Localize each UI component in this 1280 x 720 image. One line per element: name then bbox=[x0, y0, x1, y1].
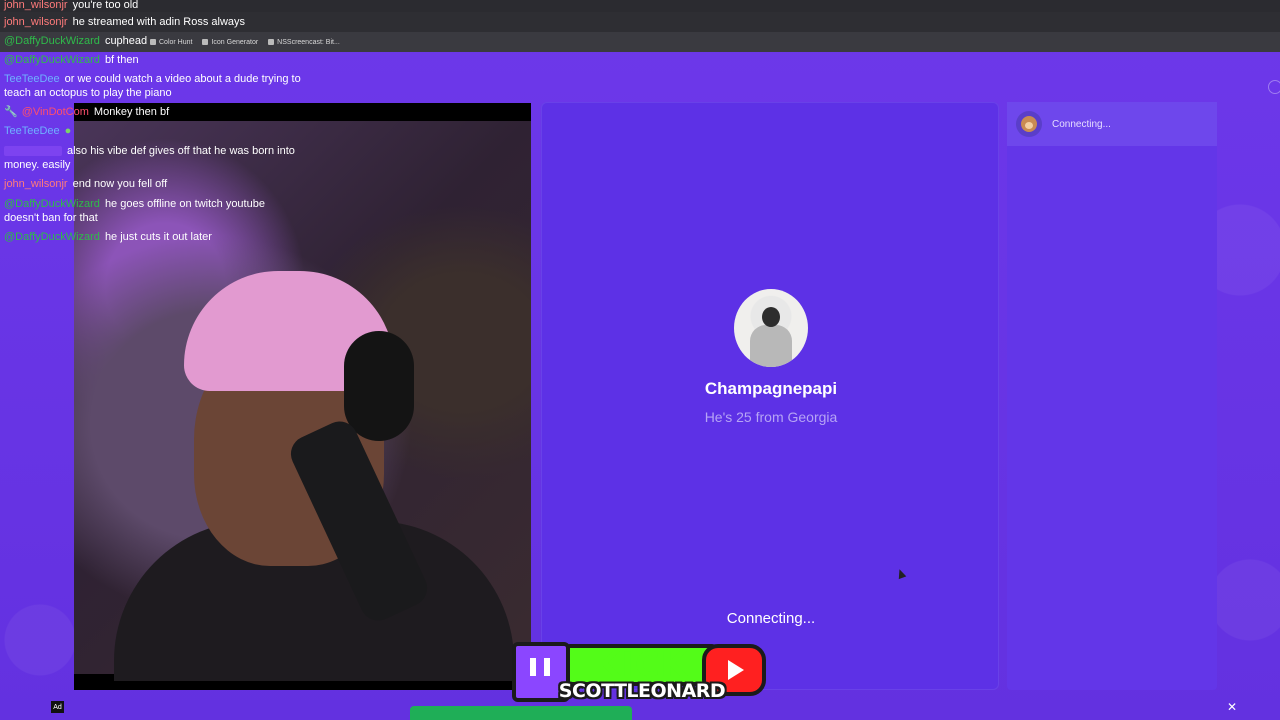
chat-text: bf then bbox=[104, 54, 139, 66]
bookmark-icon-generator[interactable]: Icon Generator bbox=[202, 39, 258, 46]
chat-text: end now you fell off bbox=[72, 178, 168, 190]
bookmark-nsscreencast[interactable]: NSScreencast: Bit... bbox=[268, 39, 340, 46]
chat-text: he goes offline on twitch youtube bbox=[104, 198, 265, 210]
chat-text: also his vibe def gives off that he was … bbox=[67, 145, 295, 157]
monkey-avatar bbox=[1016, 111, 1042, 137]
monkey-icon bbox=[1021, 116, 1037, 132]
chat-message: @DaffyDuckWizard he goes offline on twitc… bbox=[4, 197, 265, 225]
mouse-cursor-icon bbox=[895, 567, 907, 580]
chat-text: Monkey then bf bbox=[93, 106, 170, 118]
chat-username: @DaffyDuckWizard bbox=[4, 54, 100, 66]
chat-text-continued: doesn't ban for that bbox=[4, 212, 98, 224]
chat-text: you're too old bbox=[72, 0, 139, 11]
chat-message: @DaffyDuckWizard bf then bbox=[4, 53, 139, 67]
profile-bio: He's 25 from Georgia bbox=[704, 409, 838, 425]
chat-username: john_wilsonjr bbox=[4, 178, 68, 190]
chat-message: also his vibe def gives off that he was … bbox=[4, 144, 295, 172]
chat-text: or we could watch a video about a dude t… bbox=[64, 73, 301, 85]
chat-username: @VinDotCom bbox=[21, 106, 89, 118]
chat-message: john_wilsonjr you're too old bbox=[4, 0, 138, 12]
chat-message: @DaffyDuckWizard he just cuts it out late… bbox=[4, 230, 212, 244]
chat-text-continued: teach an octopus to play the piano bbox=[4, 87, 172, 99]
avatar-body bbox=[750, 325, 792, 367]
logo-name: SCOTTLEONARD bbox=[558, 680, 726, 702]
bookmark-icon bbox=[150, 39, 156, 45]
ad-badge: Ad bbox=[51, 701, 64, 713]
close-icon[interactable]: ✕ bbox=[1225, 700, 1239, 714]
chat-username: @DaffyDuckWizard bbox=[4, 231, 100, 243]
connecting-status: Connecting... bbox=[726, 610, 816, 627]
chat-username: @DaffyDuckWizard bbox=[4, 35, 100, 47]
green-action-bar[interactable] bbox=[410, 706, 632, 720]
chat-message: 🔧 @VinDotCom Monkey then bf bbox=[4, 105, 169, 119]
chat-username: TeeTeeDee bbox=[4, 125, 60, 137]
bookmark-color-hunt[interactable]: Color Hunt bbox=[150, 39, 192, 46]
profile-avatar bbox=[734, 289, 808, 367]
bookmarks-bar: Color Hunt Icon Generator NSScreencast: … bbox=[0, 32, 1280, 52]
headset bbox=[344, 331, 414, 441]
side-panel: Connecting... bbox=[1007, 102, 1217, 690]
chat-username: john_wilsonjr bbox=[4, 0, 68, 11]
chat-username-redacted bbox=[4, 146, 62, 157]
avatar-head bbox=[762, 307, 780, 327]
bookmark-icon bbox=[268, 39, 275, 45]
chat-username: john_wilsonjr bbox=[4, 16, 68, 28]
chat-text: cuphead bbox=[104, 35, 148, 47]
chat-text: he just cuts it out later bbox=[104, 231, 212, 243]
wrench-icon: 🔧 bbox=[4, 106, 18, 118]
connection-row[interactable]: Connecting... bbox=[1007, 102, 1217, 146]
chat-message: john_wilsonjr he streamed with adin Ross … bbox=[4, 15, 245, 29]
chat-message: TeeTeeDee ● bbox=[4, 124, 71, 138]
chat-message: john_wilsonjr end now you fell off bbox=[4, 177, 167, 191]
emote-icon: ● bbox=[64, 125, 72, 137]
side-connecting-status: Connecting... bbox=[1052, 118, 1111, 130]
webcam-video bbox=[74, 103, 531, 690]
chat-text-continued: money. easily bbox=[4, 159, 71, 171]
streamer-logo: KICK SCOTTLEONARD bbox=[512, 640, 770, 706]
chat-message: TeeTeeDee or we could watch a video about… bbox=[4, 72, 301, 100]
profile-name: Champagnepapi bbox=[704, 379, 838, 398]
bookmark-icon bbox=[202, 39, 209, 45]
chat-message: @DaffyDuckWizard cuphead bbox=[4, 34, 147, 48]
chat-username: TeeTeeDee bbox=[4, 73, 60, 85]
chat-text: he streamed with adin Ross always bbox=[72, 16, 246, 28]
browser-top-bar bbox=[0, 0, 1280, 12]
scroll-indicator-icon bbox=[1268, 80, 1280, 94]
chat-username: @DaffyDuckWizard bbox=[4, 198, 100, 210]
match-panel: Champagnepapi He's 25 from Georgia Conne… bbox=[541, 102, 999, 690]
